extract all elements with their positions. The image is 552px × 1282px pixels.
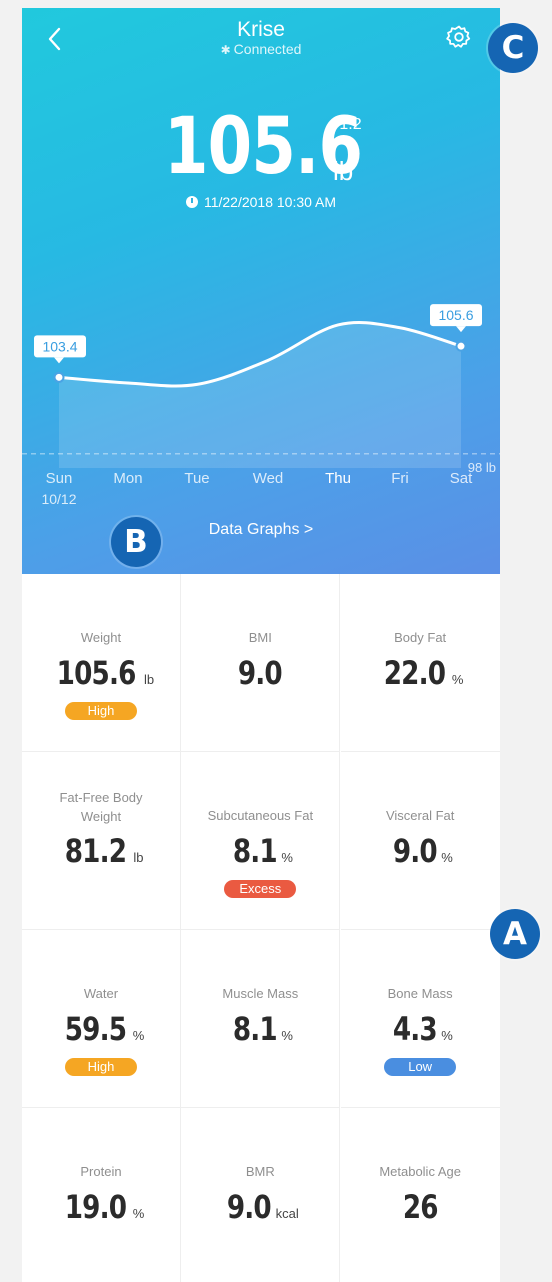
weight-change: +1.2 — [330, 116, 362, 133]
day-label[interactable]: Thu — [313, 470, 363, 487]
metric-value-row: 9.0 — [181, 654, 339, 692]
metric-unit: % — [451, 672, 464, 687]
metric-value: 22.0 — [383, 654, 446, 692]
data-graphs-link[interactable]: Data Graphs > — [22, 521, 500, 539]
metric-label: Water — [83, 986, 119, 1001]
bluetooth-icon: ✱ — [220, 43, 231, 57]
metric-value: 9.0 — [392, 832, 437, 870]
metric-unit: % — [281, 1028, 293, 1043]
day-label[interactable]: Mon — [103, 470, 153, 487]
annotation-marker-b: B — [111, 517, 161, 567]
metric-status-badge: Low — [384, 1058, 457, 1076]
metric-label: BMR — [245, 1164, 275, 1179]
metric-cell[interactable]: BMI 9.0 — [181, 574, 341, 752]
metric-unit: % — [132, 1028, 145, 1043]
metric-cell[interactable]: Bone Mass 4.3% Low — [340, 930, 500, 1108]
metric-label: Protein — [80, 1164, 122, 1179]
metric-unit: % — [441, 1028, 453, 1043]
metric-label: Metabolic Age — [379, 1164, 461, 1179]
top-bar: Krise ✱ Connected — [22, 8, 500, 68]
metric-value-row: 105.6 lb — [22, 654, 180, 692]
day-label[interactable]: Sat — [436, 470, 486, 487]
point-value-label: 105.6 — [438, 307, 473, 323]
metric-value: 8.1 — [232, 1010, 278, 1048]
day-label[interactable]: Sun — [34, 470, 84, 487]
metric-value-row: 9.0 kcal — [181, 1188, 339, 1226]
metric-value: 105.6 — [56, 654, 136, 692]
gear-icon — [446, 25, 471, 48]
metric-label: Muscle Mass — [222, 986, 299, 1001]
metric-label: Subcutaneous Fat — [207, 808, 314, 823]
metric-value: 9.0 — [226, 1188, 272, 1226]
tooltip-pointer — [54, 357, 64, 364]
metric-value: 81.2 — [65, 832, 127, 870]
day-label[interactable]: Fri — [375, 470, 425, 487]
timestamp-text: 11/22/2018 10:30 AM — [203, 194, 337, 210]
metric-value-row: 26 — [341, 1188, 500, 1226]
measurement-timestamp: 11/22/2018 10:30 AM — [22, 194, 500, 210]
metric-value-row: 8.1% — [181, 1010, 339, 1048]
connection-status: ✱ Connected — [22, 41, 500, 57]
metric-cell[interactable]: Fat-Free Body Weight 81.2 lb — [22, 752, 181, 930]
metric-cell[interactable]: BMR 9.0 kcal — [181, 1108, 341, 1282]
data-point[interactable] — [455, 340, 467, 352]
metric-label: Weight — [80, 630, 122, 645]
metric-value-row: 9.0% — [341, 832, 500, 870]
metric-value: 19.0 — [64, 1188, 126, 1226]
metric-cell[interactable]: Weight 105.6 lb High — [22, 574, 181, 752]
metric-label: Fat-Free Body Weight — [59, 790, 143, 824]
metric-value: 59.5 — [64, 1010, 126, 1048]
metric-value: 8.1 — [232, 832, 278, 870]
settings-button[interactable] — [446, 24, 472, 50]
annotation-marker-a: A — [490, 909, 540, 959]
annotation-marker-c: C — [488, 23, 538, 73]
metric-value: 4.3 — [392, 1010, 437, 1048]
metric-status-badge: High — [65, 1058, 137, 1076]
metric-label: BMI — [248, 630, 272, 645]
metric-cell[interactable]: Water 59.5% High — [22, 930, 181, 1108]
metric-cell[interactable]: Body Fat 22.0% — [340, 574, 500, 752]
metric-label: Bone Mass — [387, 986, 453, 1001]
metric-unit: % — [281, 850, 293, 865]
metric-label: Body Fat — [394, 630, 447, 645]
metric-cell[interactable]: Subcutaneous Fat 8.1% Excess — [181, 752, 341, 930]
metric-status-badge: High — [65, 702, 137, 720]
weight-unit: lb — [333, 156, 354, 186]
connection-label: Connected — [233, 41, 302, 57]
weight-trend-chart: 98 lb103.4105.6 — [22, 304, 500, 475]
metric-unit: lb — [144, 672, 155, 687]
metric-unit: % — [441, 850, 453, 865]
metric-unit: lb — [133, 850, 144, 865]
phone-screen: Krise ✱ Connected 105.6 +1.2 lb 11/22/201… — [22, 8, 500, 1282]
metric-value: 9.0 — [238, 654, 283, 692]
weight-summary-panel: Krise ✱ Connected 105.6 +1.2 lb 11/22/201… — [22, 8, 500, 574]
metric-cell[interactable]: Muscle Mass 8.1% — [181, 930, 341, 1108]
metric-value: 26 — [402, 1188, 439, 1226]
first-date-label: 10/12 — [41, 491, 77, 507]
metric-unit: % — [132, 1206, 145, 1221]
point-value-label: 103.4 — [42, 338, 77, 354]
metric-value-row: 59.5% — [22, 1010, 180, 1048]
clock-icon — [185, 196, 198, 208]
metric-value-row: 22.0% — [341, 654, 500, 692]
metric-value-row: 4.3% — [341, 1010, 500, 1048]
day-label[interactable]: Tue — [172, 470, 222, 487]
data-point[interactable] — [53, 371, 65, 383]
device-name: Krise — [237, 18, 285, 41]
metric-value-row: 8.1% — [181, 832, 339, 870]
tooltip-pointer — [456, 326, 466, 333]
metric-value-row: 81.2 lb — [22, 832, 180, 870]
metric-cell[interactable]: Protein 19.0% — [22, 1108, 181, 1282]
trend-area — [59, 322, 461, 468]
metric-unit: kcal — [275, 1206, 299, 1221]
day-label[interactable]: Wed — [243, 470, 293, 487]
metric-cell[interactable]: Metabolic Age 26 — [341, 1108, 500, 1282]
metric-value-row: 19.0% — [22, 1188, 180, 1226]
metric-status-badge: Excess — [224, 880, 297, 898]
metric-cell[interactable]: Visceral Fat 9.0% — [340, 752, 500, 930]
metric-label: Visceral Fat — [385, 808, 455, 823]
